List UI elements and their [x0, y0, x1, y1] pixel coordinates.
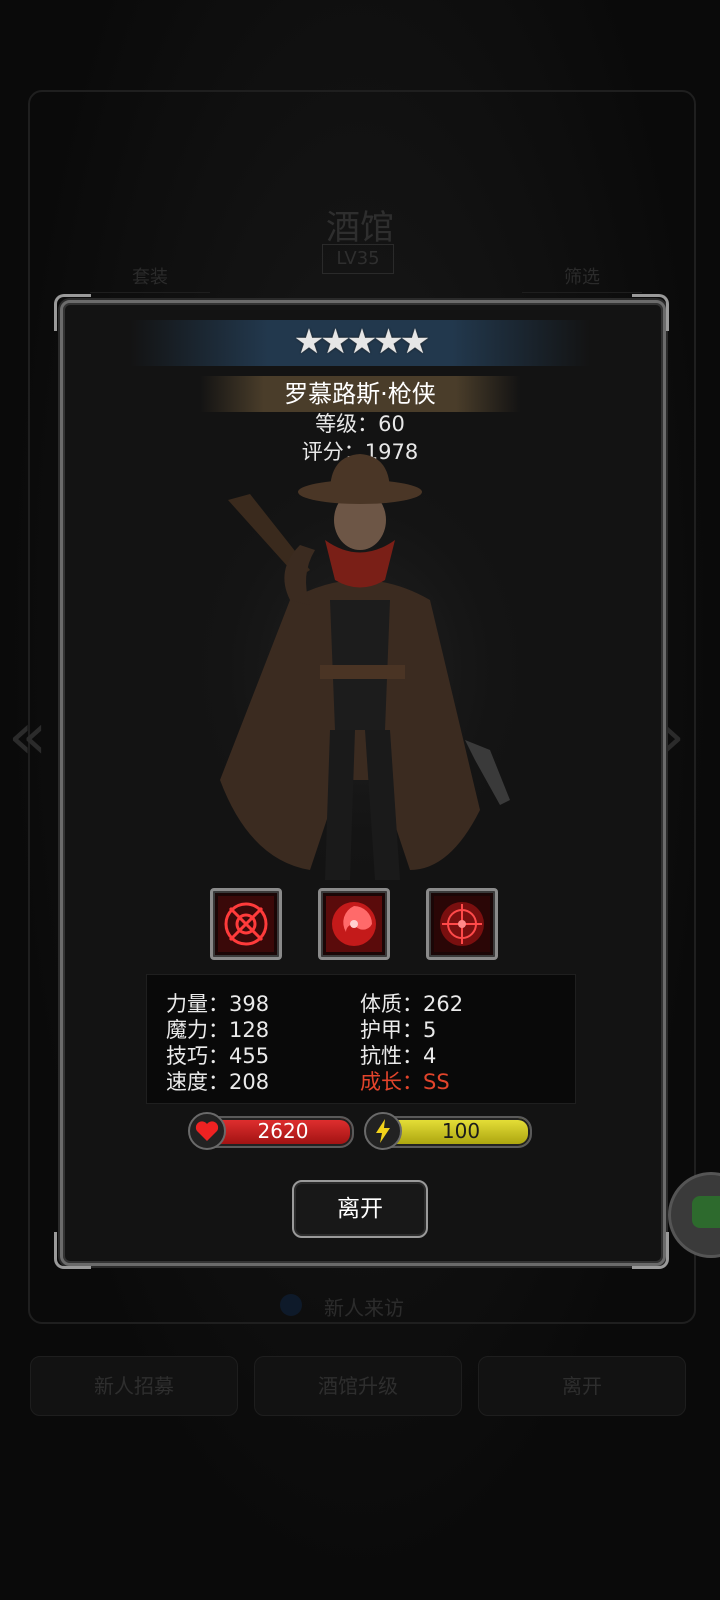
recruit-button: 新人招募 — [30, 1356, 238, 1416]
stat-growth: 成长：SS — [360, 1070, 450, 1094]
frame-corner-ornament — [54, 1232, 91, 1269]
swirl-skill-icon — [326, 896, 382, 952]
gunslinger-portrait — [180, 450, 540, 890]
background-leave-button: 离开 — [478, 1356, 686, 1416]
upgrade-tavern-button: 酒馆升级 — [254, 1356, 462, 1416]
skill-slot-1[interactable] — [210, 888, 282, 960]
leave-button[interactable]: 离开 — [292, 1180, 428, 1238]
skill-slot-3[interactable] — [426, 888, 498, 960]
skill-slot-2[interactable] — [318, 888, 390, 960]
tavern-level: LV35 — [322, 244, 394, 274]
target-skill-icon — [434, 896, 490, 952]
filter-button: 筛选 — [522, 264, 642, 293]
star-rating: ★★★★★ — [293, 322, 430, 362]
frame-corner-ornament — [632, 294, 669, 331]
new-visitor-label: 新人来访 — [324, 1296, 404, 1320]
hp-value: 2620 — [257, 1119, 309, 1143]
tavern-title: 酒馆 — [326, 208, 394, 248]
frame-corner-ornament — [54, 294, 91, 331]
prev-arrow-icon[interactable]: « — [8, 700, 47, 774]
lightning-icon — [364, 1112, 402, 1150]
stat-speed: 速度：208 — [166, 1070, 270, 1094]
crosshair-skill-icon — [218, 896, 274, 952]
hero-name: 罗慕路斯·枪侠 — [284, 380, 436, 408]
visit-icon — [280, 1294, 302, 1316]
floating-assist-icon — [692, 1196, 720, 1228]
hero-level: 等级：60 — [315, 412, 405, 436]
frame-corner-ornament — [632, 1232, 669, 1269]
heart-icon — [188, 1112, 226, 1150]
set-button: 套装 — [90, 264, 210, 293]
energy-value: 100 — [441, 1119, 481, 1143]
